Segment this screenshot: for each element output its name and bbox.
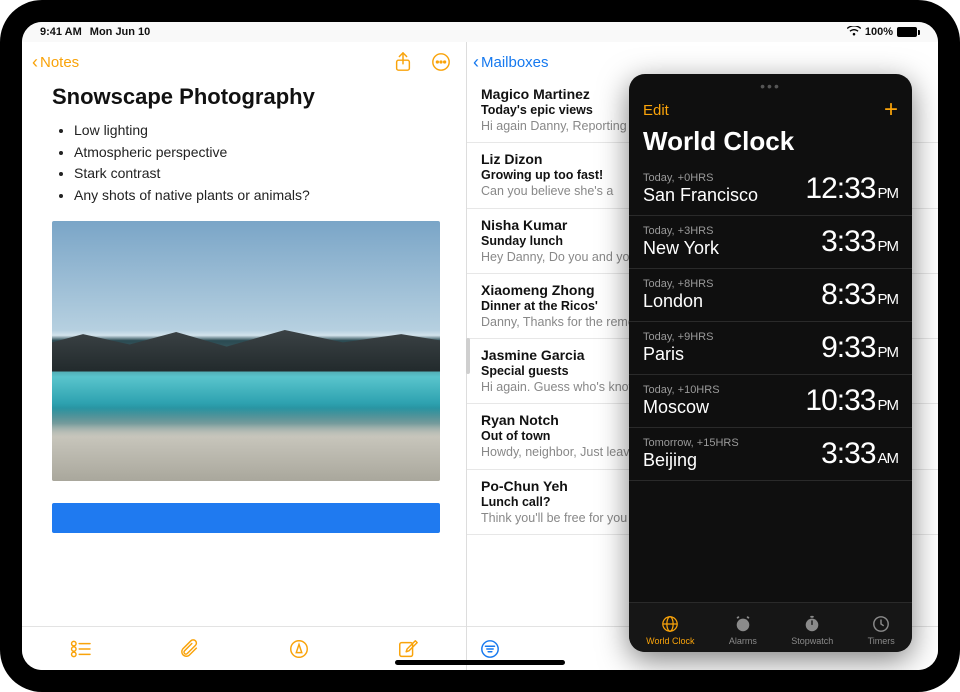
checklist-icon[interactable] bbox=[70, 638, 92, 660]
clock-slideover-panel[interactable]: ••• Edit + World Clock Today, +0HRS San … bbox=[629, 74, 912, 652]
edit-button[interactable]: Edit bbox=[643, 102, 669, 119]
clock-time: 8:33PM bbox=[821, 278, 898, 312]
notes-content[interactable]: Snowscape Photography Low lighting Atmos… bbox=[22, 78, 466, 626]
wifi-icon bbox=[847, 26, 861, 39]
notes-back-button[interactable]: ‹ Notes bbox=[32, 53, 79, 71]
markup-icon[interactable] bbox=[288, 638, 310, 660]
note-image[interactable] bbox=[52, 221, 440, 481]
clock-title: World Clock bbox=[629, 126, 912, 163]
clock-row[interactable]: Today, +0HRS San Francisco 12:33PM bbox=[629, 163, 912, 216]
share-icon[interactable] bbox=[392, 51, 414, 73]
tab-timers[interactable]: Timers bbox=[868, 614, 895, 646]
list-item: Stark contrast bbox=[74, 163, 440, 185]
tab-label: Alarms bbox=[729, 636, 757, 646]
notes-app-pane: ‹ Notes Snowscape Photography bbox=[22, 42, 467, 670]
status-bar: 9:41 AM Mon Jun 10 100% bbox=[22, 22, 938, 42]
note-additional-image[interactable] bbox=[52, 503, 440, 533]
filter-icon[interactable] bbox=[479, 638, 501, 660]
alarm-icon bbox=[733, 614, 753, 634]
mail-navbar: ‹ Mailboxes bbox=[467, 42, 938, 78]
chevron-left-icon: ‹ bbox=[473, 53, 479, 71]
clock-row[interactable]: Today, +3HRS New York 3:33PM bbox=[629, 216, 912, 269]
attachment-icon[interactable] bbox=[179, 638, 201, 660]
split-divider-handle[interactable] bbox=[466, 338, 470, 374]
clock-time: 10:33PM bbox=[805, 384, 898, 418]
notes-back-label: Notes bbox=[40, 54, 79, 71]
status-date: Mon Jun 10 bbox=[90, 26, 151, 38]
clock-offset: Today, +9HRS bbox=[643, 331, 713, 343]
world-clock-list[interactable]: Today, +0HRS San Francisco 12:33PM Today… bbox=[629, 163, 912, 602]
chevron-left-icon: ‹ bbox=[32, 53, 38, 71]
note-title: Snowscape Photography bbox=[52, 84, 440, 110]
clock-city: Paris bbox=[643, 344, 713, 365]
clock-offset: Today, +8HRS bbox=[643, 278, 713, 290]
tab-stopwatch[interactable]: Stopwatch bbox=[791, 614, 833, 646]
status-time: 9:41 AM bbox=[40, 26, 82, 38]
timer-icon bbox=[871, 614, 891, 634]
tab-label: Timers bbox=[868, 636, 895, 646]
clock-row[interactable]: Today, +10HRS Moscow 10:33PM bbox=[629, 375, 912, 428]
note-bullet-list: Low lighting Atmospheric perspective Sta… bbox=[52, 120, 440, 207]
ipad-frame: 9:41 AM Mon Jun 10 100% ••• ‹ bbox=[0, 0, 960, 692]
clock-time: 9:33PM bbox=[821, 331, 898, 365]
battery-percent: 100% bbox=[865, 26, 893, 38]
list-item: Any shots of native plants or animals? bbox=[74, 185, 440, 207]
clock-offset: Today, +3HRS bbox=[643, 225, 719, 237]
tab-alarms[interactable]: Alarms bbox=[729, 614, 757, 646]
clock-offset: Tomorrow, +15HRS bbox=[643, 437, 739, 449]
slideover-grip-icon[interactable]: ••• bbox=[760, 78, 781, 94]
stopwatch-icon bbox=[802, 614, 822, 634]
clock-time: 3:33AM bbox=[821, 437, 898, 471]
clock-offset: Today, +0HRS bbox=[643, 172, 758, 184]
notes-navbar: ‹ Notes bbox=[22, 42, 466, 78]
tab-label: Stopwatch bbox=[791, 636, 833, 646]
compose-icon[interactable] bbox=[397, 638, 419, 660]
list-item: Atmospheric perspective bbox=[74, 142, 440, 164]
list-item: Low lighting bbox=[74, 120, 440, 142]
clock-city: Moscow bbox=[643, 397, 720, 418]
clock-row[interactable]: Today, +9HRS Paris 9:33PM bbox=[629, 322, 912, 375]
home-indicator[interactable] bbox=[395, 660, 565, 665]
add-clock-button[interactable]: + bbox=[884, 96, 898, 124]
screen: 9:41 AM Mon Jun 10 100% ••• ‹ bbox=[22, 22, 938, 670]
clock-time: 3:33PM bbox=[821, 225, 898, 259]
mail-back-button[interactable]: ‹ Mailboxes bbox=[473, 53, 549, 71]
battery-icon bbox=[897, 27, 920, 37]
mail-back-label: Mailboxes bbox=[481, 54, 549, 71]
clock-row[interactable]: Today, +8HRS London 8:33PM bbox=[629, 269, 912, 322]
clock-city: London bbox=[643, 291, 713, 312]
tab-label: World Clock bbox=[646, 636, 694, 646]
clock-city: Beijing bbox=[643, 450, 739, 471]
globe-icon bbox=[660, 614, 680, 634]
clock-time: 12:33PM bbox=[805, 172, 898, 206]
clock-offset: Today, +10HRS bbox=[643, 384, 720, 396]
tab-world-clock[interactable]: World Clock bbox=[646, 614, 694, 646]
clock-tabbar: World Clock Alarms Stopwatch bbox=[629, 602, 912, 652]
more-icon[interactable] bbox=[430, 51, 452, 73]
clock-city: New York bbox=[643, 238, 719, 259]
clock-row[interactable]: Tomorrow, +15HRS Beijing 3:33AM bbox=[629, 428, 912, 481]
clock-city: San Francisco bbox=[643, 185, 758, 206]
